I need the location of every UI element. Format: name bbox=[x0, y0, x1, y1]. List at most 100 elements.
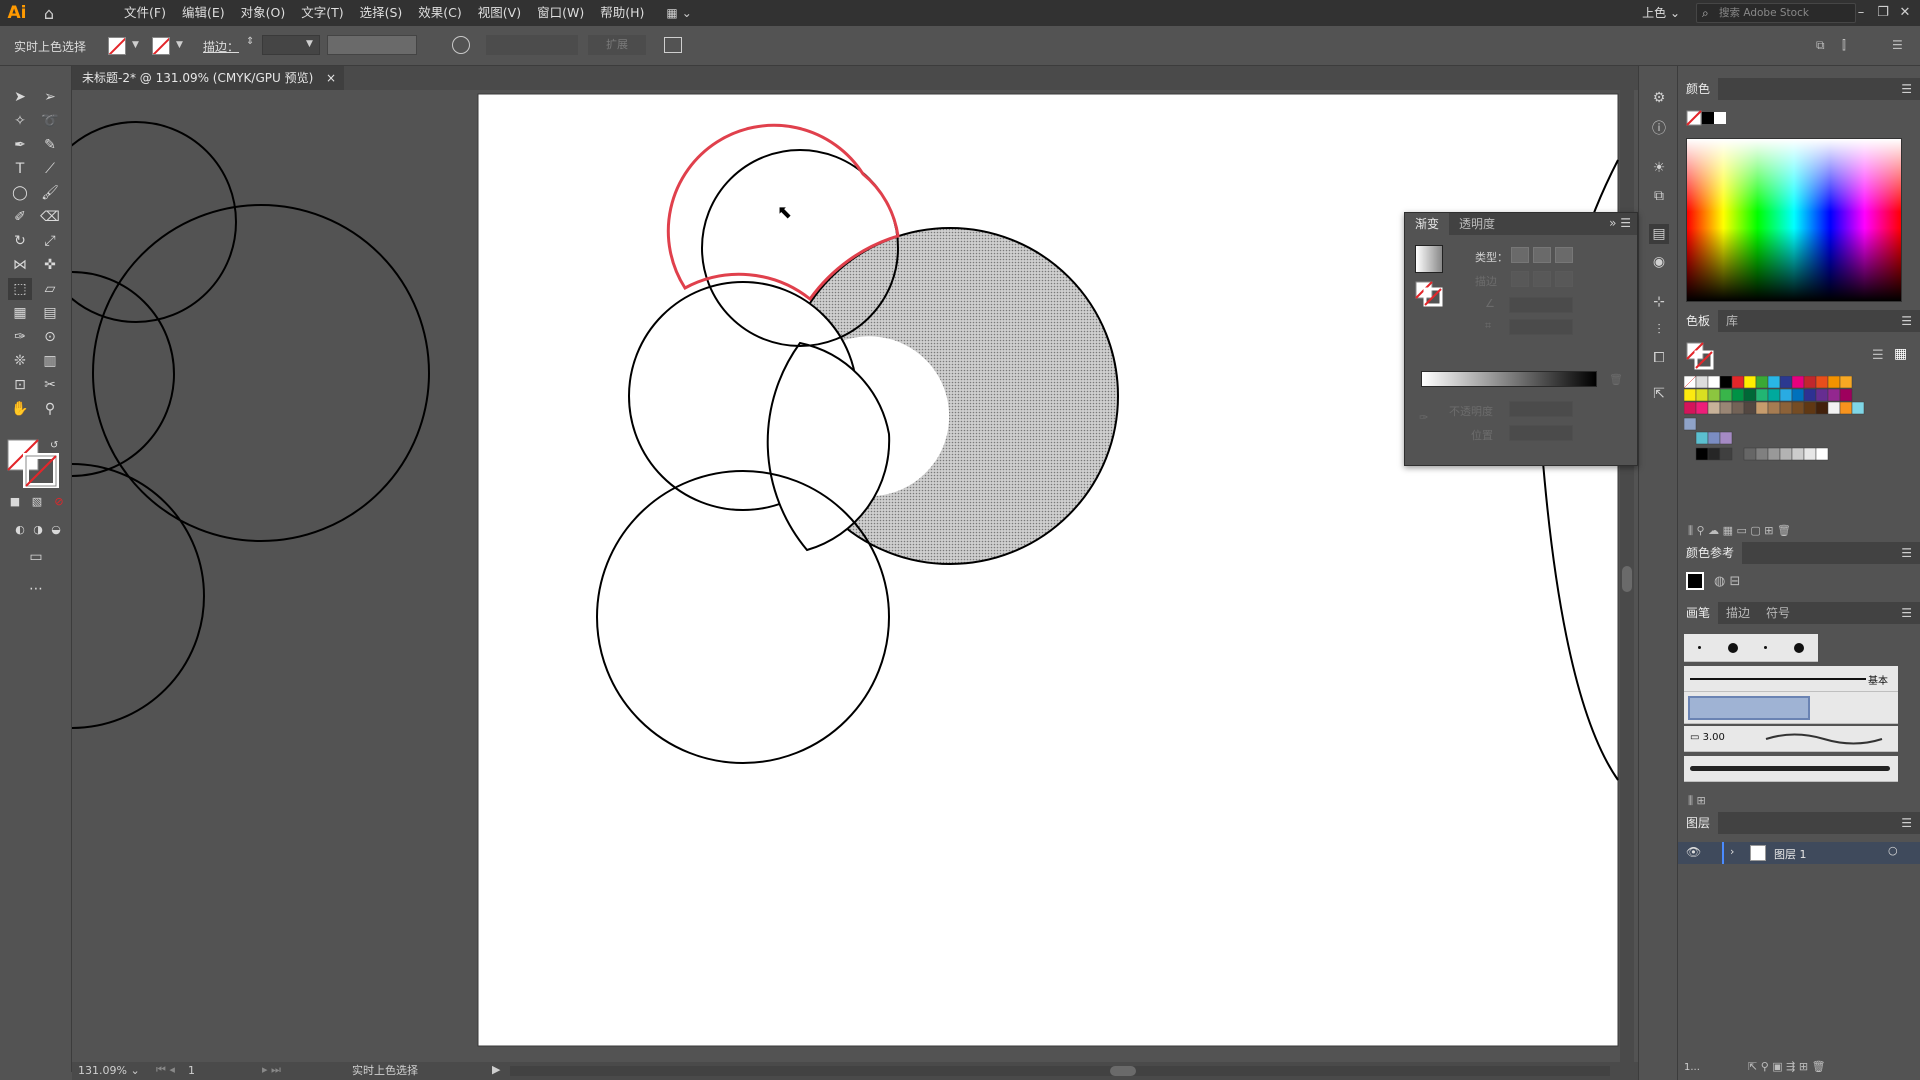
canvas[interactable]: ⬉ bbox=[72, 90, 1620, 1066]
info-icon[interactable]: ⓘ bbox=[1649, 118, 1669, 138]
menu-select[interactable]: 选择(S) bbox=[352, 0, 411, 26]
first-page-icon[interactable]: ⏮ ◂ bbox=[156, 1063, 175, 1077]
pathfinder-icon[interactable]: ⧠ bbox=[1649, 348, 1669, 368]
live-paint-selection-icon[interactable]: ⬚ bbox=[8, 278, 32, 300]
menu-type[interactable]: 文字(T) bbox=[293, 0, 351, 26]
menu-effect[interactable]: 效果(C) bbox=[410, 0, 469, 26]
tab-gradient[interactable]: 渐变 bbox=[1405, 213, 1450, 235]
tab-swatches[interactable]: 色板 bbox=[1678, 310, 1719, 332]
swatch-fill-stroke-icon[interactable] bbox=[1686, 342, 1714, 370]
width-tool-icon[interactable]: ⋈ bbox=[8, 254, 32, 276]
asset-export-icon[interactable]: ⧉ bbox=[1649, 186, 1669, 206]
harmony-icon[interactable]: ◍ ⊟ bbox=[1714, 574, 1740, 589]
panel-menu-icon[interactable]: ☰ bbox=[1901, 812, 1912, 834]
color-fill-stroke-icon[interactable] bbox=[1686, 110, 1726, 128]
mesh-tool-icon[interactable]: ▦ bbox=[8, 302, 32, 324]
perspective-grid-icon[interactable]: ▱ bbox=[38, 278, 62, 300]
tab-libraries[interactable]: 库 bbox=[1718, 310, 1746, 332]
brush-basic-row[interactable]: 基本 bbox=[1684, 666, 1898, 692]
pen-tool-icon[interactable]: ✒ bbox=[8, 134, 32, 156]
expand-arrow-icon[interactable]: › bbox=[1730, 845, 1734, 858]
more-tools-icon[interactable]: ⋯ bbox=[24, 578, 48, 600]
gradient-slider[interactable] bbox=[1421, 371, 1597, 387]
transform-icon[interactable]: ⫿ bbox=[1842, 38, 1846, 53]
align-icon[interactable]: ⧉ bbox=[1816, 38, 1825, 53]
stock-search-input[interactable]: ⌕ 搜索 Adobe Stock bbox=[1696, 3, 1856, 23]
menu-edit[interactable]: 编辑(E) bbox=[174, 0, 233, 26]
hand-tool-icon[interactable]: ✋ bbox=[8, 398, 32, 420]
graph-tool-icon[interactable]: ▥ bbox=[38, 350, 62, 372]
rotate-tool-icon[interactable]: ↻ bbox=[8, 230, 32, 252]
screen-mode-icon[interactable]: ▭ bbox=[24, 546, 48, 568]
color-spectrum[interactable] bbox=[1686, 138, 1902, 302]
panel-menu-icon[interactable]: » ☰ bbox=[1609, 216, 1631, 230]
fill-swatch[interactable] bbox=[108, 37, 126, 55]
stepper-icon[interactable]: ⇕ bbox=[246, 36, 254, 47]
target-icon[interactable]: ○ bbox=[1888, 844, 1898, 857]
eye-icon[interactable]: 👁 bbox=[1686, 845, 1701, 859]
export-icon[interactable]: ⇱ bbox=[1649, 384, 1669, 404]
brush-dots-row[interactable] bbox=[1684, 634, 1818, 662]
expand-button[interactable]: 扩展 bbox=[588, 35, 646, 55]
home-icon[interactable]: ⌂ bbox=[34, 0, 64, 26]
ellipse-tool-icon[interactable]: ◯ bbox=[8, 182, 32, 204]
horizontal-scrollbar[interactable] bbox=[510, 1066, 1610, 1076]
fill-stroke-control[interactable]: ↺ bbox=[6, 438, 62, 489]
stroke-profile-select[interactable] bbox=[327, 35, 417, 55]
paintbrush-icon[interactable]: 🖌 bbox=[38, 182, 62, 204]
close-button[interactable]: ✕ bbox=[1894, 0, 1916, 26]
document-setup-icon[interactable] bbox=[664, 37, 682, 53]
fill-stroke-icon[interactable] bbox=[1415, 281, 1443, 307]
layer-row[interactable]: 👁 › 图层 1 ○ bbox=[1678, 842, 1920, 864]
tab-symbols[interactable]: 符号 bbox=[1758, 602, 1798, 624]
brush-dot[interactable] bbox=[1764, 646, 1767, 649]
panel-menu-icon[interactable]: ☰ bbox=[1892, 38, 1903, 52]
opacity-field[interactable] bbox=[486, 35, 578, 55]
linear-gradient-button[interactable] bbox=[1511, 247, 1529, 263]
next-page-icon[interactable]: ▸ ⏭ bbox=[262, 1063, 281, 1077]
brush-charcoal-row[interactable] bbox=[1684, 756, 1898, 782]
appearance-icon[interactable]: ☀ bbox=[1649, 158, 1669, 178]
status-arrow-icon[interactable]: ▶ bbox=[492, 1063, 500, 1076]
swatch-grid[interactable] bbox=[1684, 376, 1898, 486]
line-tool-icon[interactable]: ⟋ bbox=[38, 158, 62, 180]
panel-menu-icon[interactable]: ☰ bbox=[1901, 542, 1912, 564]
panel-menu-icon[interactable]: ☰ bbox=[1901, 310, 1912, 332]
close-icon[interactable]: × bbox=[326, 66, 336, 90]
blend-tool-icon[interactable]: ⊙ bbox=[38, 326, 62, 348]
brush-dot[interactable] bbox=[1698, 646, 1701, 649]
artboard-tool-icon[interactable]: ⊡ bbox=[8, 374, 32, 396]
brush-calligraphic-row[interactable]: ▭ 3.00 bbox=[1684, 726, 1898, 752]
scroll-thumb[interactable] bbox=[1110, 1066, 1136, 1076]
menu-view[interactable]: 视图(V) bbox=[470, 0, 529, 26]
draw-inside-icon[interactable]: ◒ bbox=[44, 518, 68, 540]
panel-menu-icon[interactable]: ☰ bbox=[1901, 78, 1912, 100]
zoom-field[interactable]: 131.09% ⌄ bbox=[78, 1063, 146, 1079]
menu-file[interactable]: 文件(F) bbox=[116, 0, 174, 26]
gradient-mode-icon[interactable]: ▧ bbox=[28, 494, 46, 508]
chevron-down-icon[interactable]: ▼ bbox=[132, 40, 139, 50]
none-mode-icon[interactable]: ⊘ bbox=[50, 494, 68, 508]
swatch-libraries-icon[interactable]: ⫼ ⚲ ☁ ▦ ▭ ▢ ⊞ 🗑 bbox=[1688, 524, 1791, 538]
brush-pattern-row[interactable] bbox=[1684, 692, 1898, 724]
gradient-preview[interactable] bbox=[1415, 245, 1443, 273]
recolor-icon[interactable] bbox=[452, 36, 470, 54]
transform-icon[interactable]: ⊹ bbox=[1649, 292, 1669, 312]
workspace-switcher[interactable]: 上色 ⌄ bbox=[1642, 0, 1680, 26]
tab-brushes[interactable]: 画笔 bbox=[1678, 602, 1719, 624]
brush-dot[interactable] bbox=[1728, 643, 1738, 653]
align-icon[interactable]: ⫶ bbox=[1649, 320, 1669, 340]
slice-tool-icon[interactable]: ✂ bbox=[38, 374, 62, 396]
symbol-sprayer-icon[interactable]: ❊ bbox=[8, 350, 32, 372]
freeform-gradient-button[interactable] bbox=[1555, 247, 1573, 263]
tab-stroke[interactable]: 描边 bbox=[1718, 602, 1758, 624]
restore-button[interactable]: ❐ bbox=[1872, 0, 1894, 26]
zoom-tool-icon[interactable]: ⚲ bbox=[38, 398, 62, 420]
lasso-icon[interactable]: ➰ bbox=[38, 110, 62, 132]
eraser-icon[interactable]: ⌫ bbox=[38, 206, 62, 228]
stroke-label[interactable]: 描边： bbox=[203, 38, 239, 55]
tab-color[interactable]: 颜色 bbox=[1678, 78, 1719, 100]
properties-icon[interactable]: ⚙ bbox=[1649, 88, 1669, 108]
list-view-icon[interactable]: ☰ bbox=[1872, 348, 1884, 363]
brush-libraries-icon[interactable]: ⫼ ⊞ bbox=[1688, 794, 1706, 808]
